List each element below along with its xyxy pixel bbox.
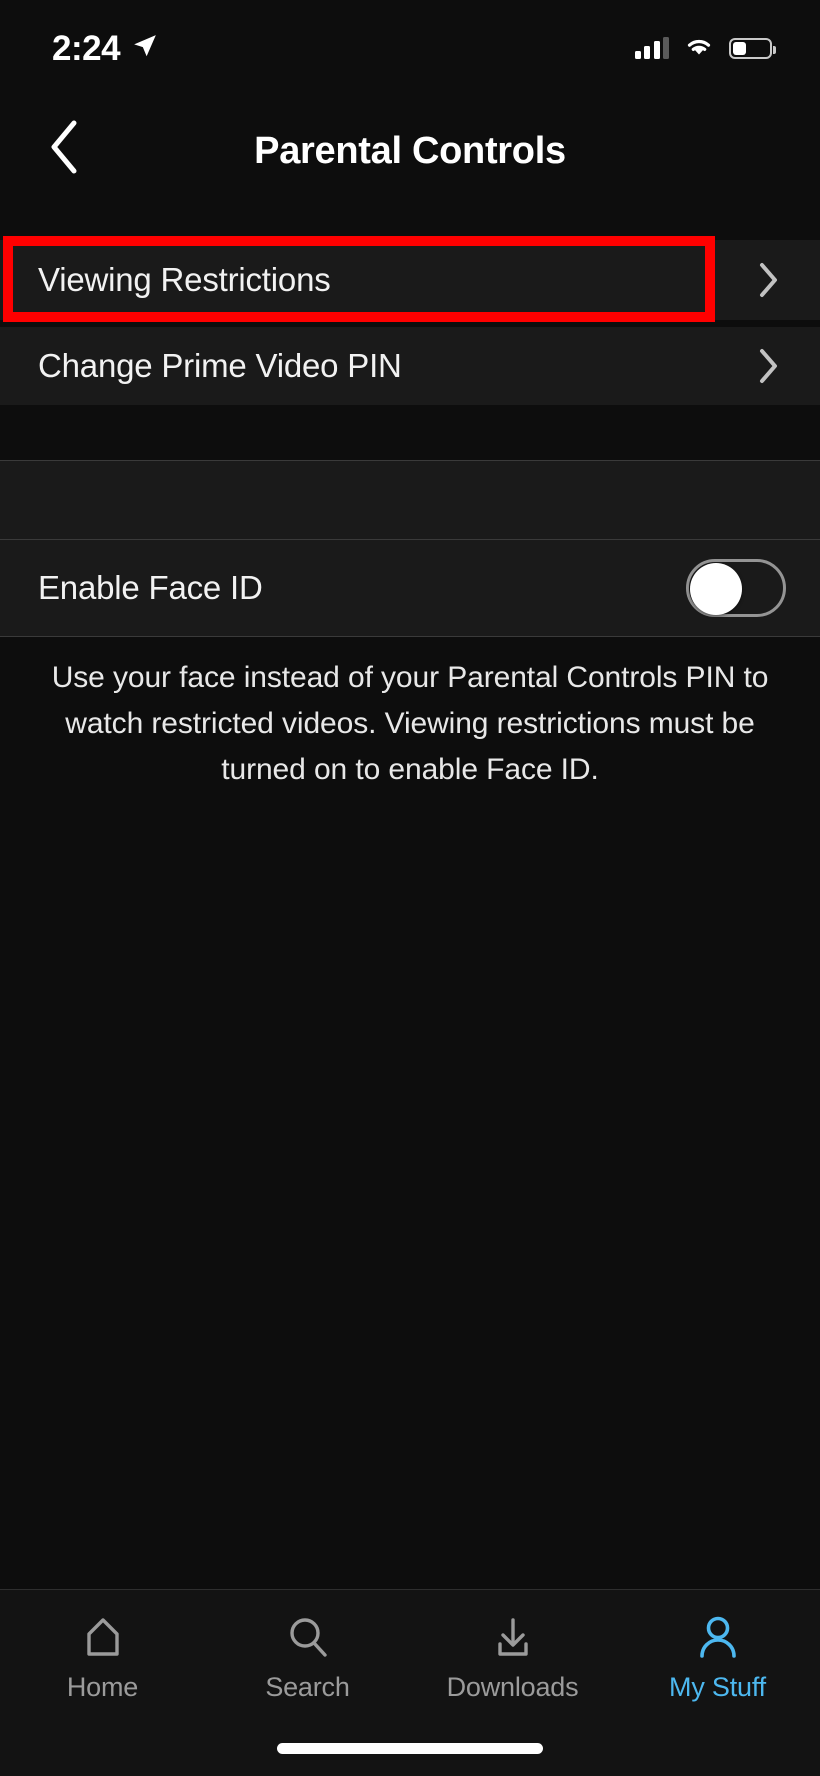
- tab-item-home[interactable]: Home: [0, 1612, 205, 1703]
- status-bar-right: [634, 34, 776, 63]
- tab-label: My Stuff: [669, 1672, 766, 1702]
- face-id-label: Enable Face ID: [38, 569, 263, 606]
- location-arrow-icon: [132, 33, 158, 64]
- divider: [0, 636, 820, 637]
- battery-icon: [729, 37, 776, 59]
- settings-row-enable-face-id[interactable]: Enable Face ID: [0, 540, 820, 636]
- wifi-icon: [683, 34, 715, 63]
- tab-label: Home: [66, 1672, 139, 1702]
- settings-row-viewing-restrictions[interactable]: Viewing Restrictions: [0, 240, 820, 320]
- status-time: 2:24: [52, 28, 121, 68]
- search-icon: [282, 1612, 334, 1664]
- cellular-signal-icon: [634, 37, 669, 59]
- settings-row-label: Viewing Restrictions: [38, 261, 331, 298]
- person-icon: [692, 1612, 744, 1664]
- home-icon: [77, 1612, 129, 1664]
- divider: [0, 460, 820, 461]
- tab-item-my-stuff[interactable]: My Stuff: [615, 1612, 820, 1703]
- tab-label: Search: [265, 1672, 350, 1702]
- phone-screen: 2:24 Parental Controls Viewing Restricti…: [0, 0, 820, 1776]
- settings-row-label: Change Prime Video PIN: [38, 347, 402, 384]
- face-id-description: Use your face instead of your Parental C…: [51, 661, 769, 786]
- face-id-toggle[interactable]: [686, 559, 786, 617]
- download-icon: [487, 1612, 539, 1664]
- home-indicator: [277, 1743, 543, 1754]
- section-spacer: [0, 461, 820, 539]
- chevron-right-icon: [756, 259, 782, 301]
- tab-label: Downloads: [446, 1672, 579, 1702]
- toggle-knob: [690, 563, 742, 615]
- page-title: Parental Controls: [254, 129, 566, 172]
- chevron-right-icon: [756, 345, 782, 387]
- settings-row-change-prime-video-pin[interactable]: Change Prime Video PIN: [0, 327, 820, 405]
- status-bar: 2:24: [0, 0, 820, 96]
- status-bar-left: 2:24: [52, 31, 158, 66]
- bottom-tab-bar: Home Search Downloads My Stuff: [0, 1589, 820, 1776]
- nav-header: Parental Controls: [0, 96, 820, 206]
- tab-item-downloads[interactable]: Downloads: [410, 1612, 615, 1703]
- tab-item-search[interactable]: Search: [205, 1612, 410, 1703]
